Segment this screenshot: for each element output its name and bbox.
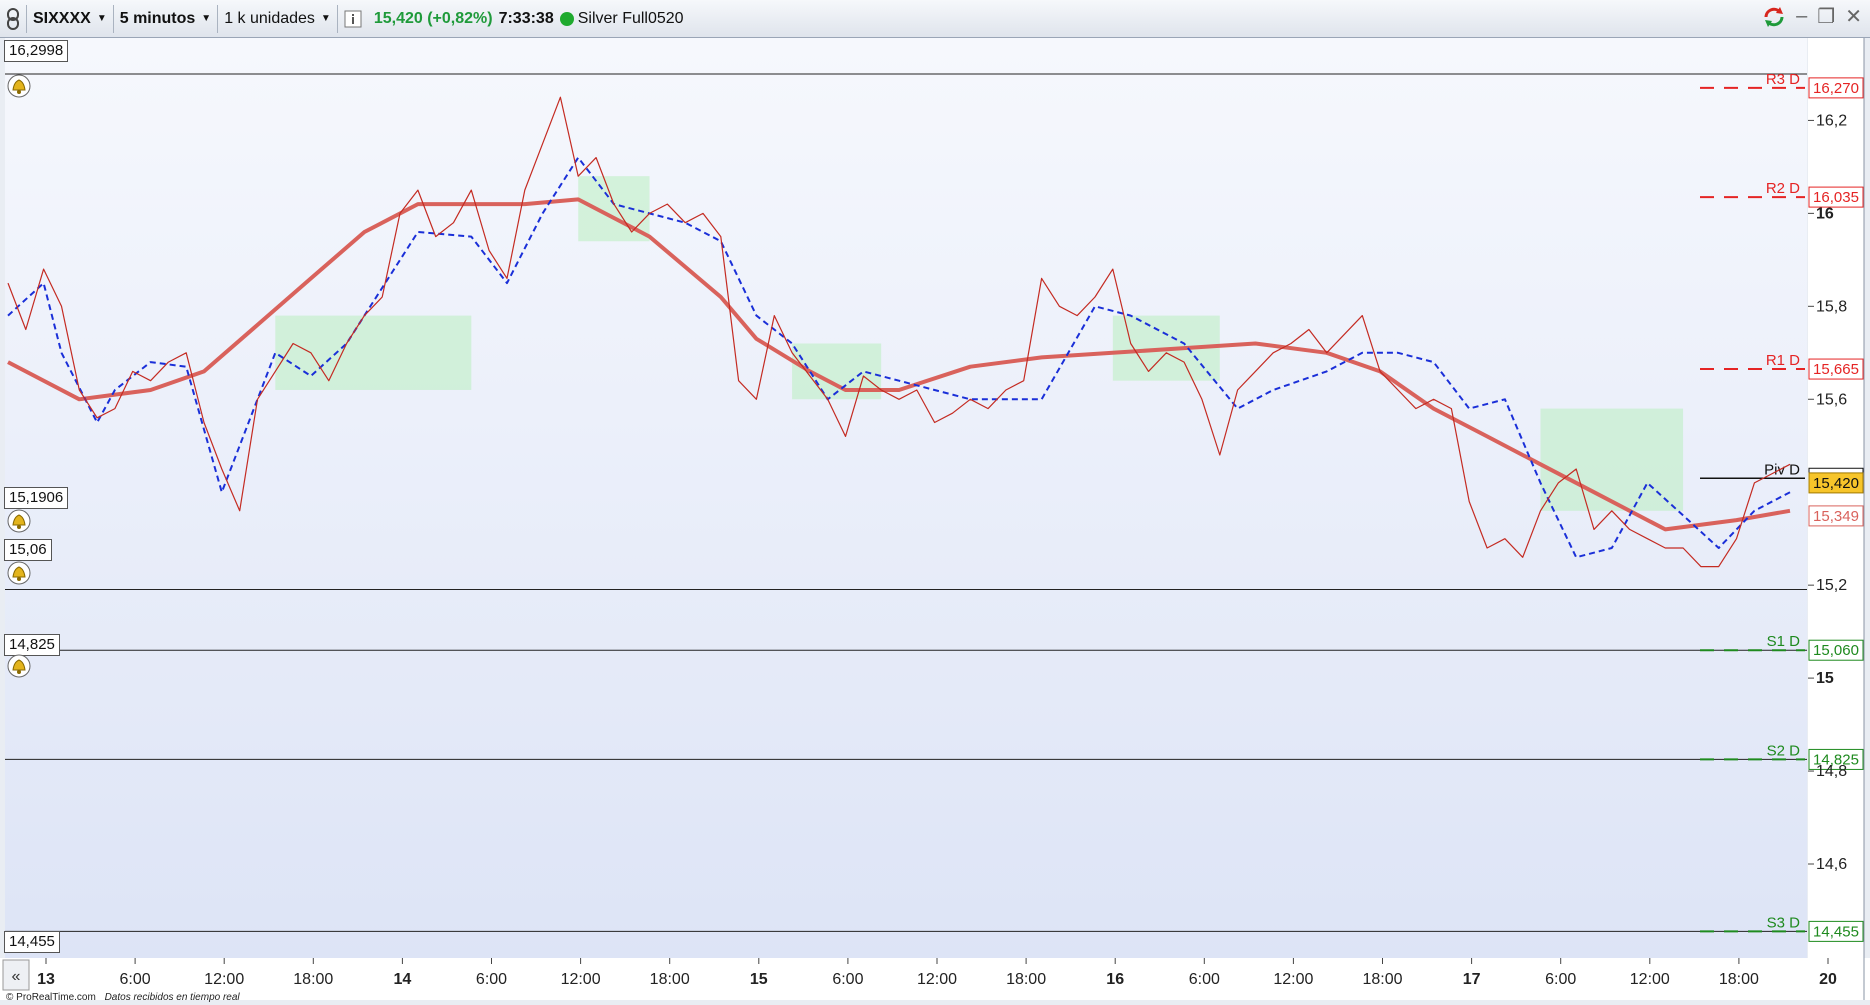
alert-level-label: 15,1906 (4, 487, 69, 509)
x-tick-label: 18:00 (1719, 971, 1759, 988)
ma-value-label: 15,349 (1813, 508, 1859, 525)
x-tick-label: 6:00 (832, 971, 863, 988)
close-icon[interactable]: ✕ (1845, 4, 1862, 29)
x-tick-label: 18:00 (1006, 971, 1046, 988)
price-tag-label: 14,455 (1813, 923, 1859, 940)
info-icon (344, 10, 362, 27)
alert-level-label: 16,2998 (4, 40, 69, 62)
price-tag-label: 15,665 (1813, 361, 1859, 378)
alert-bell-icon[interactable] (7, 509, 31, 533)
watermark-brand: © ProRealTime.com (6, 992, 96, 1003)
link-icon[interactable] (0, 0, 26, 37)
y-tick-label: 14,8 (1816, 763, 1847, 780)
y-tick-label: 15,8 (1816, 298, 1847, 315)
price-tag-label: 15,060 (1813, 642, 1859, 659)
pivot-label: S1 D (1767, 633, 1801, 650)
pivot-label: R3 D (1766, 71, 1800, 88)
refresh-icon[interactable] (1762, 5, 1786, 29)
x-tick-label: 16 (1106, 971, 1124, 988)
info-button[interactable] (338, 0, 368, 37)
price-chart[interactable]: R3 D16,270R2 D16,035R1 D15,665Piv D15,43… (0, 38, 1870, 1000)
units-label: 1 k unidades (224, 9, 315, 27)
x-tick-label: 20 (1819, 971, 1837, 988)
alert-level-label: 14,825 (4, 634, 60, 656)
clock-time: 7:33:38 (498, 9, 554, 27)
x-tick-label: 17 (1463, 971, 1481, 988)
x-tick-label: 18:00 (1362, 971, 1402, 988)
alert-bell-icon[interactable] (7, 74, 31, 98)
chart-area[interactable]: R3 D16,270R2 D16,035R1 D15,665Piv D15,43… (0, 38, 1870, 1003)
x-tick-label: 6:00 (120, 971, 151, 988)
x-tick-label: 6:00 (476, 971, 507, 988)
x-tick-label: 15 (750, 971, 768, 988)
y-tick-label: 15,6 (1816, 391, 1847, 408)
x-tick-label: 18:00 (293, 971, 333, 988)
alert-level-label: 14,455 (4, 931, 60, 953)
timeframe-label: 5 minutos (119, 9, 196, 27)
pivot-label: S3 D (1767, 914, 1801, 931)
x-tick-label: 18:00 (650, 971, 690, 988)
x-tick-label: 12:00 (561, 971, 601, 988)
x-tick-label: 6:00 (1189, 971, 1220, 988)
timeframe-selector[interactable]: 5 minutos ▼ (114, 0, 217, 37)
x-tick-label: 14 (394, 971, 412, 988)
x-tick-label: 12:00 (1630, 971, 1670, 988)
price-status: 15,420 (+0,82%) 7:33:38 Silver Full0520 (368, 0, 690, 37)
y-axis-panel (1808, 38, 1864, 958)
y-tick-label: 15 (1816, 670, 1834, 687)
alert-bell-icon[interactable] (7, 654, 31, 678)
y-tick-label: 15,2 (1816, 577, 1847, 594)
toolbar: SIXXXX ▼ 5 minutos ▼ 1 k unidades ▼ 15,4… (0, 0, 1870, 38)
window-controls: – ❐ ✕ (1762, 4, 1862, 29)
watermark: © ProRealTime.com Datos recibidos en tie… (6, 992, 240, 1003)
symbol-label: SIXXXX (33, 9, 91, 27)
pivot-label: Piv D (1764, 461, 1800, 478)
watermark-status: Datos recibidos en tiempo real (104, 992, 240, 1003)
caret-down-icon: ▼ (201, 13, 212, 24)
caret-down-icon: ▼ (96, 13, 107, 24)
x-tick-label: 6:00 (1545, 971, 1576, 988)
alert-bell-icon[interactable] (7, 561, 31, 585)
x-tick-label: 12:00 (204, 971, 244, 988)
alert-level-label: 15,06 (4, 539, 52, 561)
minimize-icon[interactable]: – (1796, 5, 1807, 28)
pivot-label: R2 D (1766, 180, 1800, 197)
last-price: 15,420 (+0,82%) (373, 9, 493, 27)
current-price-label: 15,420 (1813, 475, 1859, 492)
units-selector[interactable]: 1 k unidades ▼ (218, 0, 337, 37)
y-tick-label: 16,2 (1816, 112, 1847, 129)
ichimoku-cloud (1540, 408, 1684, 511)
x-tick-label: 13 (37, 971, 55, 988)
x-axis-scroll-button[interactable]: « (2, 959, 30, 991)
ichimoku-cloud (275, 315, 472, 390)
x-tick-label: 12:00 (1273, 971, 1313, 988)
price-tag-label: 16,035 (1813, 189, 1859, 206)
y-tick-label: 14,6 (1816, 856, 1847, 873)
price-tag-label: 16,270 (1813, 80, 1859, 97)
y-tick-label: 16 (1816, 205, 1834, 222)
connection-status-icon (559, 11, 574, 26)
double-chevron-left-icon: « (12, 968, 21, 985)
pivot-label: S2 D (1767, 742, 1801, 759)
caret-down-icon: ▼ (320, 13, 331, 24)
chain-link-icon (7, 7, 19, 30)
symbol-selector[interactable]: SIXXXX ▼ (27, 0, 113, 37)
x-tick-label: 12:00 (917, 971, 957, 988)
account-label: Silver Full0520 (577, 9, 684, 27)
restore-icon[interactable]: ❐ (1817, 4, 1835, 29)
pivot-label: R1 D (1766, 352, 1800, 369)
plot-background (5, 38, 1807, 958)
